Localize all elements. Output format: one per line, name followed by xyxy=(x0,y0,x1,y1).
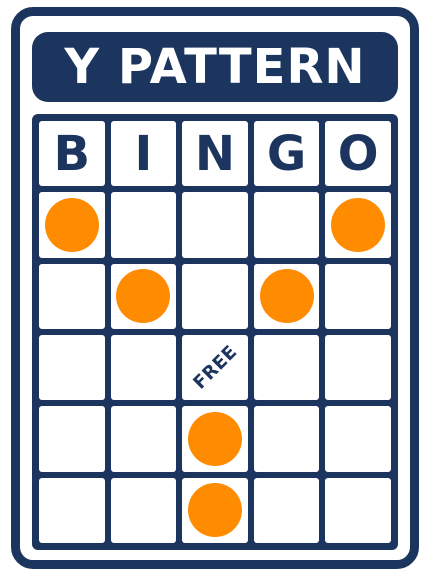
grid-cell-r3-c3: FREE xyxy=(182,335,248,401)
header-cell-g: G xyxy=(253,121,320,187)
grid-cell-r5-c3 xyxy=(182,477,248,543)
header-letter: B xyxy=(53,125,91,182)
header-letter: I xyxy=(134,125,153,182)
header-cell-n: N xyxy=(182,121,248,187)
grid-cell-r2-c5 xyxy=(325,263,391,329)
header-cell-i: I xyxy=(110,121,177,187)
grid-cell-r4-c2 xyxy=(110,406,177,472)
marker-dot xyxy=(331,197,386,252)
grid-cell-r1-c3 xyxy=(182,192,248,258)
grid-cell-r3-c4 xyxy=(253,335,320,401)
marker-dot xyxy=(259,269,314,324)
header-letter: O xyxy=(337,125,379,182)
bingo-card: Y PATTERN B I N G O FREE xyxy=(11,7,419,569)
bingo-board: B I N G O FREE xyxy=(32,114,398,550)
grid-cell-r2-c2 xyxy=(110,263,177,329)
header-letter: G xyxy=(266,125,307,182)
bingo-grid: B I N G O FREE xyxy=(39,121,391,543)
header-letter: N xyxy=(194,125,236,182)
header-cell-o: O xyxy=(325,121,391,187)
grid-cell-r2-c3 xyxy=(182,263,248,329)
pattern-title: Y PATTERN xyxy=(64,39,366,95)
grid-cell-r4-c1 xyxy=(39,406,105,472)
grid-cell-r5-c2 xyxy=(110,477,177,543)
title-banner: Y PATTERN xyxy=(32,32,398,102)
marker-dot xyxy=(116,269,171,324)
grid-cell-r5-c4 xyxy=(253,477,320,543)
header-cell-b: B xyxy=(39,121,105,187)
grid-cell-r3-c1 xyxy=(39,335,105,401)
grid-cell-r4-c3 xyxy=(182,406,248,472)
grid-cell-r2-c4 xyxy=(253,263,320,329)
marker-dot xyxy=(44,197,99,252)
grid-cell-r1-c2 xyxy=(110,192,177,258)
marker-dot xyxy=(187,483,242,538)
grid-cell-r3-c5 xyxy=(325,335,391,401)
grid-cell-r2-c1 xyxy=(39,263,105,329)
marker-dot xyxy=(187,411,242,466)
grid-cell-r1-c1 xyxy=(39,192,105,258)
grid-cell-r1-c5 xyxy=(325,192,391,258)
grid-cell-r5-c5 xyxy=(325,477,391,543)
grid-cell-r4-c4 xyxy=(253,406,320,472)
grid-cell-r5-c1 xyxy=(39,477,105,543)
grid-cell-r1-c4 xyxy=(253,192,320,258)
grid-cell-r3-c2 xyxy=(110,335,177,401)
grid-cell-r4-c5 xyxy=(325,406,391,472)
free-space-label: FREE xyxy=(188,341,242,394)
